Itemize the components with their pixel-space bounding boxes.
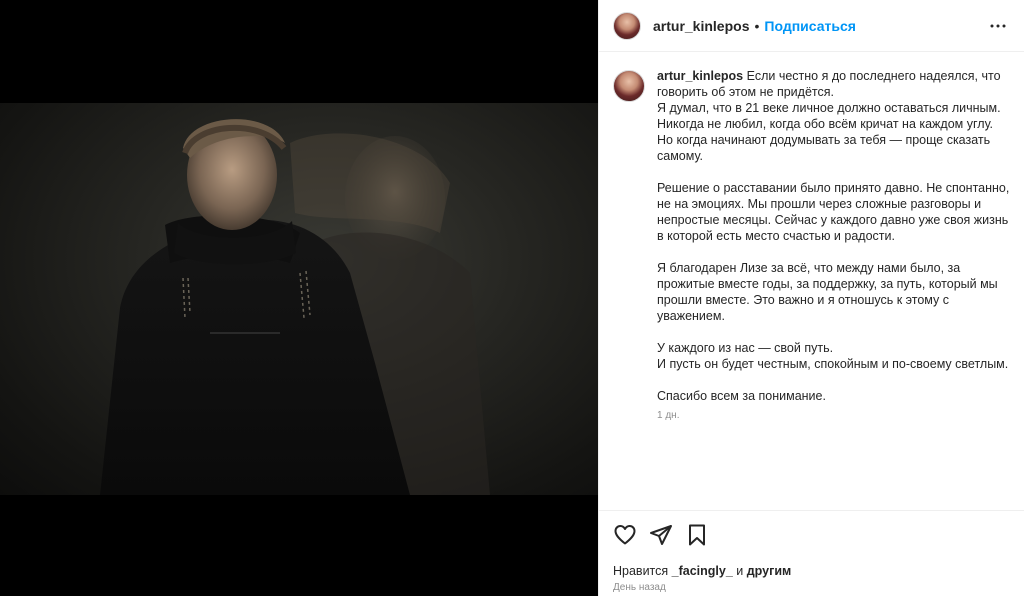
photo-artwork (100, 119, 490, 495)
caption-row: artur_kinlepos Если честно я до последне… (613, 68, 1010, 404)
post-header: artur_kinlepos • Подписаться (599, 0, 1024, 52)
likes-others-link[interactable]: другим (747, 564, 792, 578)
comments-area: artur_kinlepos Если честно я до последне… (599, 52, 1024, 510)
post-side-panel: artur_kinlepos • Подписаться artur_kinle… (598, 0, 1024, 596)
post-date[interactable]: День назад (613, 582, 1010, 593)
caption-author-avatar[interactable] (613, 70, 645, 102)
separator-dot: • (754, 17, 760, 34)
post-actions: Нравится _facingly_ и другим День назад (599, 510, 1024, 593)
caption-line: Я благодарен Лизе за всё, что между нами… (657, 261, 998, 323)
caption-line: Спасибо всем за понимание. (657, 389, 826, 403)
caption-line: Решение о расставании было принято давно… (657, 181, 1010, 243)
follow-button[interactable]: Подписаться (764, 18, 856, 34)
action-icons-row (613, 521, 1010, 549)
bookmark-icon[interactable] (685, 523, 709, 547)
more-options-icon[interactable] (986, 14, 1010, 38)
caption-line: Никогда не любил, когда обо всём кричат … (657, 117, 994, 131)
heart-icon[interactable] (613, 523, 637, 547)
caption-line: Я думал, что в 21 веке личное должно ост… (657, 101, 1001, 115)
caption-line: У каждого из нас — свой путь. (657, 341, 834, 355)
likes-summary: Нравится _facingly_ и другим (613, 564, 1010, 578)
caption-username[interactable]: artur_kinlepos (657, 69, 743, 83)
likes-user-link[interactable]: _facingly_ (672, 564, 733, 578)
paper-plane-icon[interactable] (649, 523, 673, 547)
author-username[interactable]: artur_kinlepos (653, 18, 749, 34)
post-media (0, 0, 598, 596)
caption-line: И пусть он будет честным, спокойным и по… (657, 357, 1009, 371)
caption-line: Но когда начинают додумывать за тебя — п… (657, 133, 991, 163)
likes-prefix: Нравится (613, 564, 669, 578)
author-avatar[interactable] (613, 11, 641, 40)
caption-timestamp[interactable]: 1 дн. (657, 410, 1010, 421)
post-photo[interactable] (0, 103, 598, 495)
likes-middle: и (736, 564, 744, 578)
caption-text: artur_kinlepos Если честно я до последне… (657, 68, 1010, 404)
